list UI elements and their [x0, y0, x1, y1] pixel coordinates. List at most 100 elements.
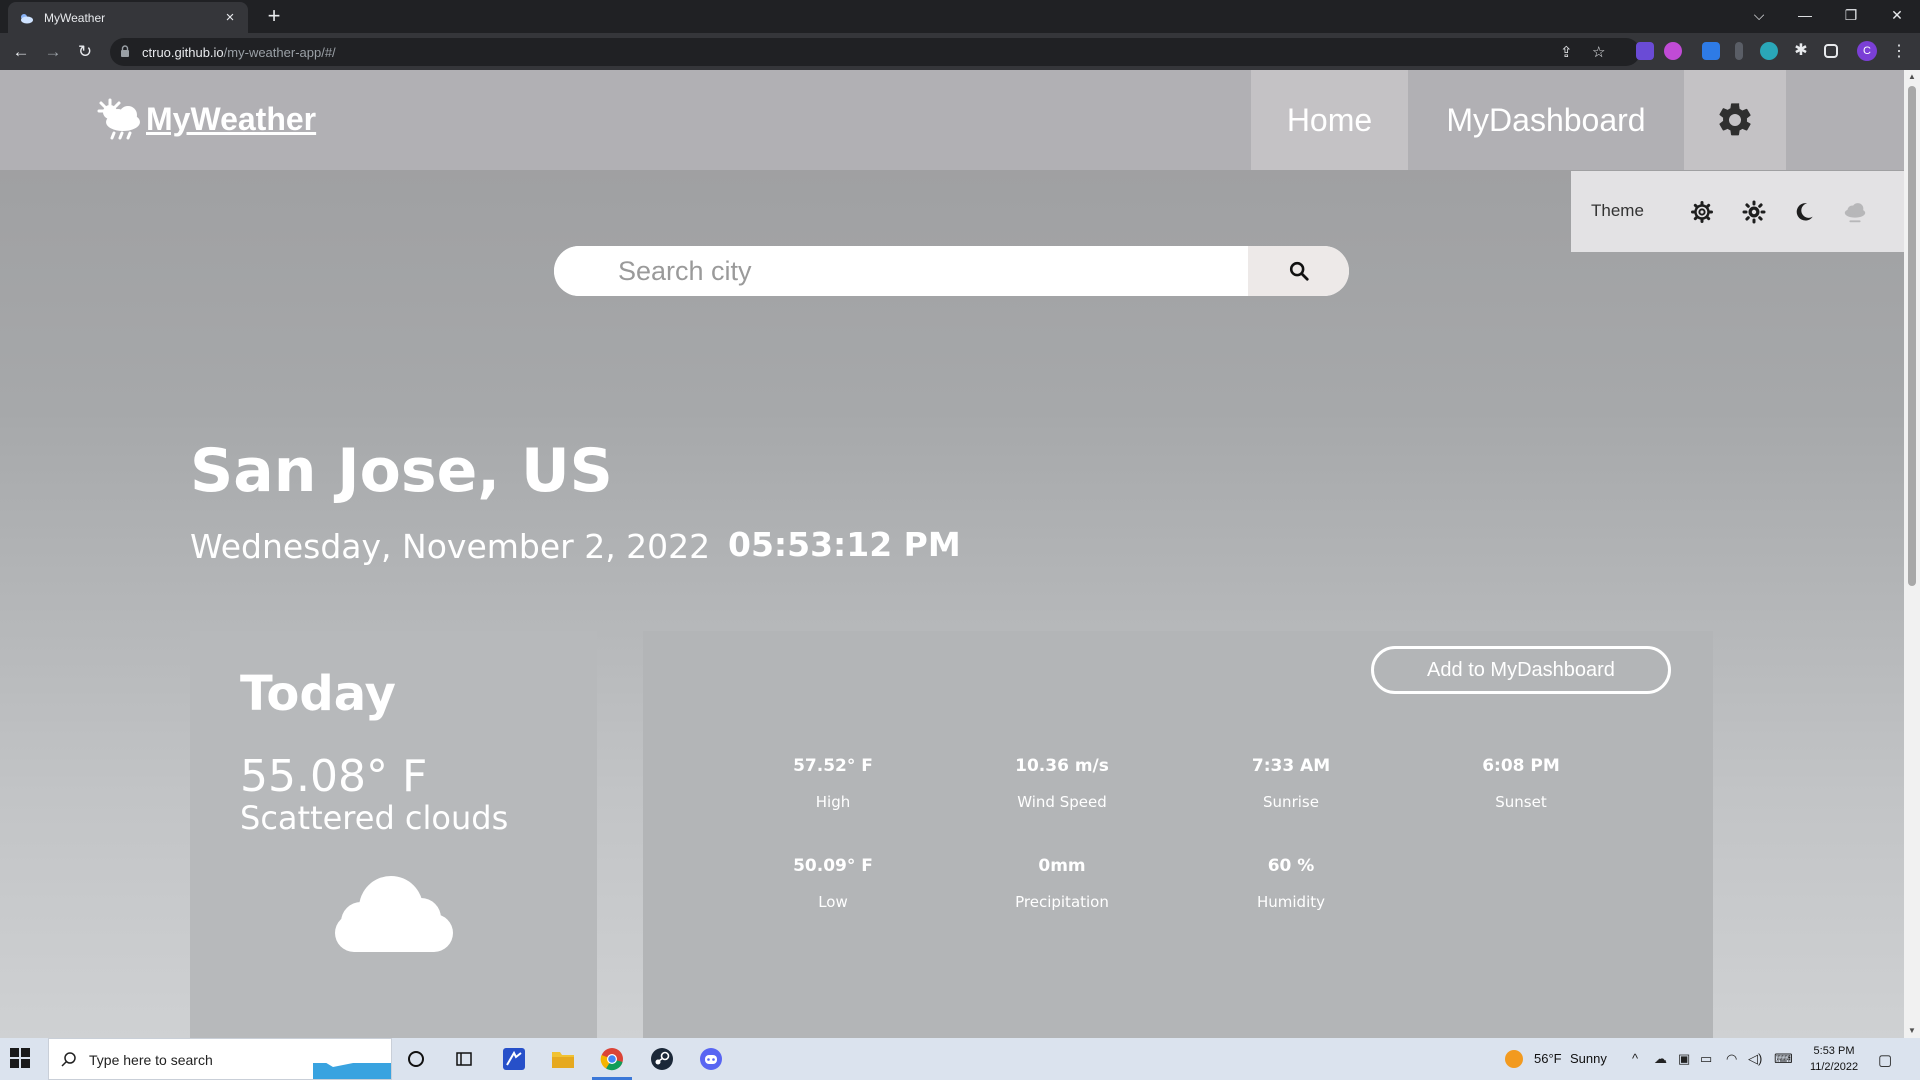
extension-icon-5[interactable] [1760, 42, 1778, 60]
forward-button[interactable]: → [40, 39, 66, 65]
nav-home-link[interactable]: Home [1251, 70, 1408, 170]
weather-page: MyWeather Home MyDashboard Theme Search … [0, 70, 1904, 1038]
steam-icon[interactable] [648, 1045, 676, 1073]
sun-icon [1742, 200, 1766, 224]
tab-search-dropdown-icon[interactable]: ⌵ [1736, 0, 1782, 30]
reload-button[interactable]: ↻ [72, 39, 98, 65]
close-window-button[interactable]: ✕ [1874, 0, 1920, 30]
today-description: Scattered clouds [240, 799, 509, 837]
search-input[interactable] [554, 246, 1248, 296]
keyboard-icon[interactable]: ⌨ [1774, 1051, 1793, 1067]
search-icon [1289, 261, 1309, 281]
today-title: Today [240, 666, 396, 722]
brand-name: MyWeather [146, 100, 317, 137]
bookmark-star-icon[interactable]: ☆ [1592, 43, 1605, 61]
search-button[interactable] [1248, 246, 1349, 296]
settings-button[interactable] [1684, 70, 1786, 170]
tray-display-icon[interactable]: ▣ [1678, 1051, 1690, 1067]
app-navbar: MyWeather Home MyDashboard [0, 70, 1904, 170]
taskbar-weather-desc[interactable]: Sunny [1570, 1051, 1607, 1066]
browser-tab-bar: MyWeather × + ⌵ — ❐ ✕ [0, 0, 1920, 33]
nav-mydashboard-link[interactable]: MyDashboard [1408, 70, 1684, 170]
taskbar-weather-temp[interactable]: 56°F [1534, 1051, 1562, 1066]
stat-high: 57.52° F High [733, 756, 933, 811]
scroll-up-arrow-icon[interactable]: ▲ [1907, 72, 1917, 81]
stat-wind-speed: 10.36 m/s Wind Speed [962, 756, 1162, 811]
cloud-sun-logo-icon [97, 98, 140, 140]
new-tab-button[interactable]: + [262, 5, 286, 27]
file-explorer-icon[interactable] [549, 1045, 577, 1073]
url-text: ctruo.github.io/my-weather-app/#/ [142, 45, 336, 60]
stat-value: 60 % [1267, 856, 1315, 876]
onedrive-cloud-icon[interactable]: ☁ [1654, 1051, 1667, 1067]
taskbar-weather-icon[interactable] [1500, 1045, 1528, 1073]
tab-close-icon[interactable]: × [222, 9, 238, 26]
today-temperature: 55.08° F [240, 751, 428, 802]
lock-icon [121, 45, 129, 57]
city-search-bar [554, 246, 1349, 296]
stat-sunrise: 7:33 AM Sunrise [1191, 756, 1391, 811]
task-view-icon[interactable] [450, 1045, 478, 1073]
add-to-dashboard-button[interactable]: Add to MyDashboard [1371, 646, 1671, 694]
stat-label: Humidity [1256, 893, 1325, 911]
sketch-app-icon[interactable] [500, 1045, 528, 1073]
notifications-icon[interactable]: ▢ [1878, 1051, 1892, 1069]
clock-time: 5:53 PM [1813, 1045, 1855, 1057]
restore-button[interactable]: ❐ [1828, 0, 1874, 30]
brand-logo[interactable]: MyWeather [96, 98, 316, 140]
tray-chevron-up-icon[interactable]: ^ [1632, 1051, 1638, 1066]
cloud-icon [1844, 203, 1866, 223]
battery-icon[interactable]: ▭ [1700, 1051, 1712, 1067]
taskbar-search-box[interactable]: Type here to search [48, 1038, 392, 1080]
chrome-icon[interactable] [598, 1045, 626, 1073]
url-path: /my-weather-app/#/ [223, 45, 336, 60]
scrollbar-thumb[interactable] [1908, 86, 1916, 586]
url-host: ctruo.github.io [142, 45, 224, 60]
gear-icon [1719, 103, 1751, 136]
stat-value: 50.09° F [793, 856, 873, 876]
theme-label: Theme [1591, 201, 1644, 220]
stat-label: Sunset [1495, 793, 1547, 811]
stat-label: Wind Speed [1017, 793, 1107, 811]
extension-icon-2[interactable] [1664, 42, 1682, 60]
stat-value: 6:08 PM [1482, 756, 1560, 776]
theme-light-option[interactable] [1741, 199, 1767, 225]
address-bar[interactable]: ctruo.github.io/my-weather-app/#/ ⇪ ☆ [110, 38, 1640, 66]
stat-label: Sunrise [1263, 793, 1319, 811]
extension-icon-4[interactable] [1735, 42, 1743, 60]
scroll-down-arrow-icon[interactable]: ▼ [1907, 1026, 1917, 1035]
moon-icon [1796, 203, 1813, 221]
profile-avatar[interactable]: C [1857, 41, 1877, 61]
stat-humidity: 60 % Humidity [1191, 856, 1391, 911]
taskbar-search-placeholder: Type here to search [89, 1052, 213, 1068]
theme-dark-option[interactable] [1791, 199, 1817, 225]
discord-icon[interactable] [697, 1045, 725, 1073]
extension-icon-3[interactable] [1702, 42, 1720, 60]
taskbar-clock[interactable]: 5:53 PM 11/2/2022 [1806, 1043, 1862, 1075]
search-icon [61, 1052, 76, 1067]
volume-icon[interactable]: ◁) [1748, 1051, 1762, 1067]
theme-system-option[interactable] [1689, 199, 1715, 225]
city-name: San Jose, US [190, 436, 613, 506]
search-highlight-plane-icon [313, 1045, 391, 1079]
stat-value: 0mm [1038, 856, 1086, 876]
browser-tab[interactable]: MyWeather × [8, 2, 248, 33]
page-scrollbar[interactable]: ▲ ▼ [1904, 70, 1920, 1038]
stat-value: 10.36 m/s [1015, 756, 1109, 776]
extension-icon-1[interactable] [1636, 42, 1654, 60]
tab-title: MyWeather [44, 10, 106, 25]
stat-value: 7:33 AM [1251, 756, 1331, 776]
cortana-icon[interactable] [402, 1045, 430, 1073]
browser-menu-icon[interactable]: ⋮ [1886, 39, 1912, 65]
theme-cloudy-option[interactable] [1842, 199, 1868, 225]
wifi-icon[interactable]: ◠ [1726, 1051, 1737, 1067]
back-button[interactable]: ← [8, 39, 34, 65]
share-icon[interactable]: ⇪ [1560, 43, 1573, 61]
side-panel-icon[interactable] [1824, 44, 1838, 58]
stat-low: 50.09° F Low [733, 856, 933, 911]
minimize-button[interactable]: — [1782, 0, 1828, 30]
stat-value: 57.52° F [793, 756, 873, 776]
extensions-puzzle-icon[interactable]: ✱ [1792, 42, 1810, 60]
address-toolbar: ← → ↻ ctruo.github.io/my-weather-app/#/ … [0, 33, 1920, 70]
windows-start-icon[interactable] [10, 1048, 30, 1068]
